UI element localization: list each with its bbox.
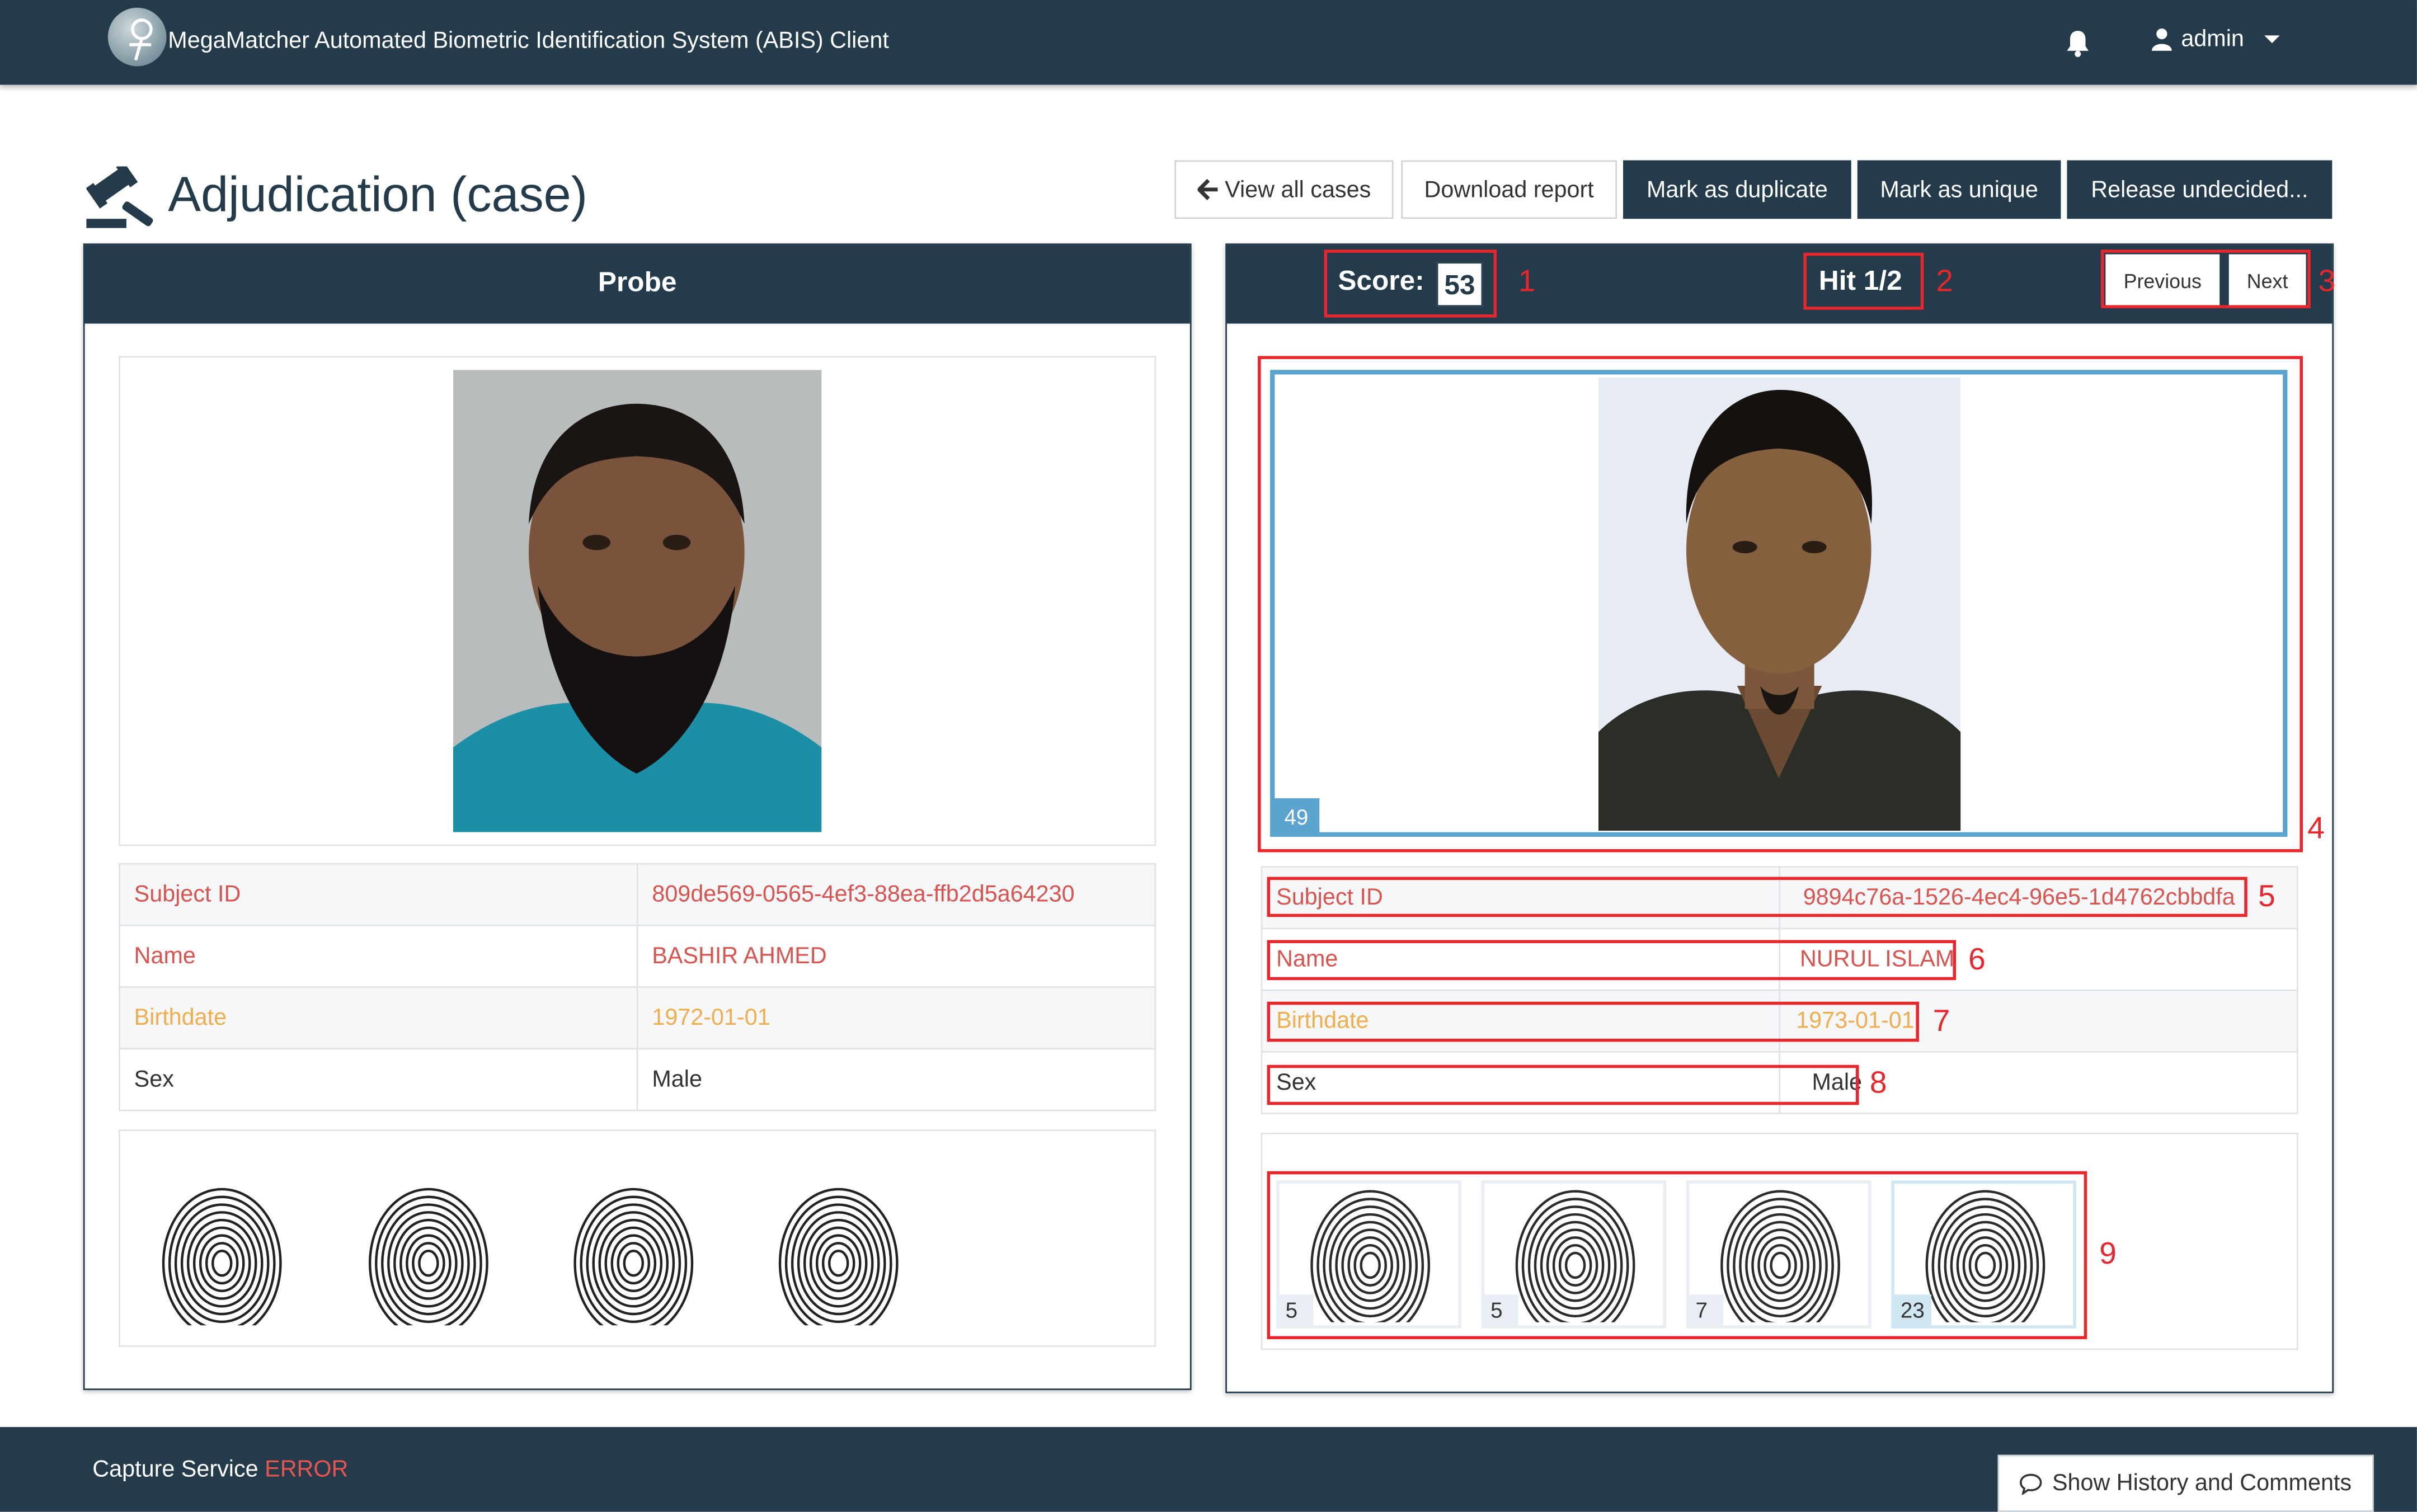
user-menu[interactable]: admin [2151,26,2281,53]
probe-fingerprint-1[interactable] [161,1177,284,1339]
probe-sex-label: Sex [119,1048,638,1111]
probe-fingerprint-3[interactable] [572,1177,695,1339]
user-name: admin [2181,26,2244,53]
annotation-box-face [1258,356,2303,852]
probe-subject-id-value: 809de569-0565-4ef3-88ea-ffb2d5a64230 [636,863,1156,926]
show-history-button[interactable]: Show History and Comments [1997,1454,2374,1512]
annotation-box-birthdate [1267,1001,1919,1042]
probe-subject-id-label: Subject ID [119,863,638,926]
page-title: Adjudication (case) [168,166,588,222]
gavel-icon [86,162,160,236]
fingerprint-globe-logo[interactable] [107,7,167,67]
probe-sex-value: Male [636,1048,1156,1111]
caret-down-icon [2264,34,2280,43]
probe-name-value: BASHIR AHMED [636,925,1156,988]
capture-service-status: Capture Service ERROR [92,1456,348,1482]
table-row: Subject ID 809de569-0565-4ef3-88ea-ffb2d… [119,863,1156,926]
table-row: Sex Male [119,1048,1156,1111]
capture-service-label: Capture Service [92,1456,258,1483]
mark-unique-button[interactable]: Mark as unique [1857,160,2061,219]
bell-icon[interactable] [2066,29,2090,64]
annotation-box-subject-id [1267,877,2247,917]
probe-panel-header: Probe [84,245,1190,324]
annotation-number: 7 [1932,1005,1950,1039]
annotation-number: 5 [2258,880,2275,914]
download-report-button[interactable]: Download report [1401,160,1617,219]
arrow-left-icon [1197,178,1217,200]
probe-birthdate-label: Birthdate [119,986,638,1050]
probe-birthdate-value: 1972-01-01 [636,986,1156,1050]
capture-service-error: ERROR [265,1456,349,1483]
app-title: MegaMatcher Automated Biometric Identifi… [168,27,889,54]
probe-fingerprint-2[interactable] [367,1177,490,1339]
probe-title: Probe [598,266,677,298]
annotation-number: 3 [2318,265,2336,299]
annotation-number: 2 [1936,265,1953,299]
release-undecided-button[interactable]: Release undecided... [2067,160,2333,219]
annotation-box-sex [1267,1064,1859,1105]
annotation-number: 4 [2307,812,2325,846]
mark-duplicate-button[interactable]: Mark as duplicate [1623,160,1851,219]
probe-face-photo [453,370,822,832]
annotation-box-hit [1803,252,1924,310]
user-icon [2151,28,2172,51]
annotation-number: 1 [1518,265,1536,299]
annotation-box-fingerprints [1267,1171,2087,1340]
probe-info-table: Subject ID 809de569-0565-4ef3-88ea-ffb2d… [119,863,1156,1111]
show-history-label: Show History and Comments [2052,1470,2352,1497]
annotation-number: 9 [2099,1237,2117,1271]
view-all-cases-button[interactable]: View all cases [1174,160,1394,219]
annotation-box-score [1324,249,1497,318]
table-row: Birthdate 1972-01-01 [119,986,1156,1050]
probe-name-label: Name [119,925,638,988]
view-all-cases-label: View all cases [1225,176,1371,203]
annotation-box-name [1267,940,1957,981]
annotation-number: 8 [1869,1066,1887,1101]
comment-icon [2020,1473,2043,1494]
annotation-number: 6 [1968,943,1986,977]
annotation-box-nav [2101,249,2311,308]
probe-fingerprint-4[interactable] [777,1177,900,1339]
table-row: Name BASHIR AHMED [119,925,1156,988]
top-navbar: MegaMatcher Automated Biometric Identifi… [0,0,2417,85]
